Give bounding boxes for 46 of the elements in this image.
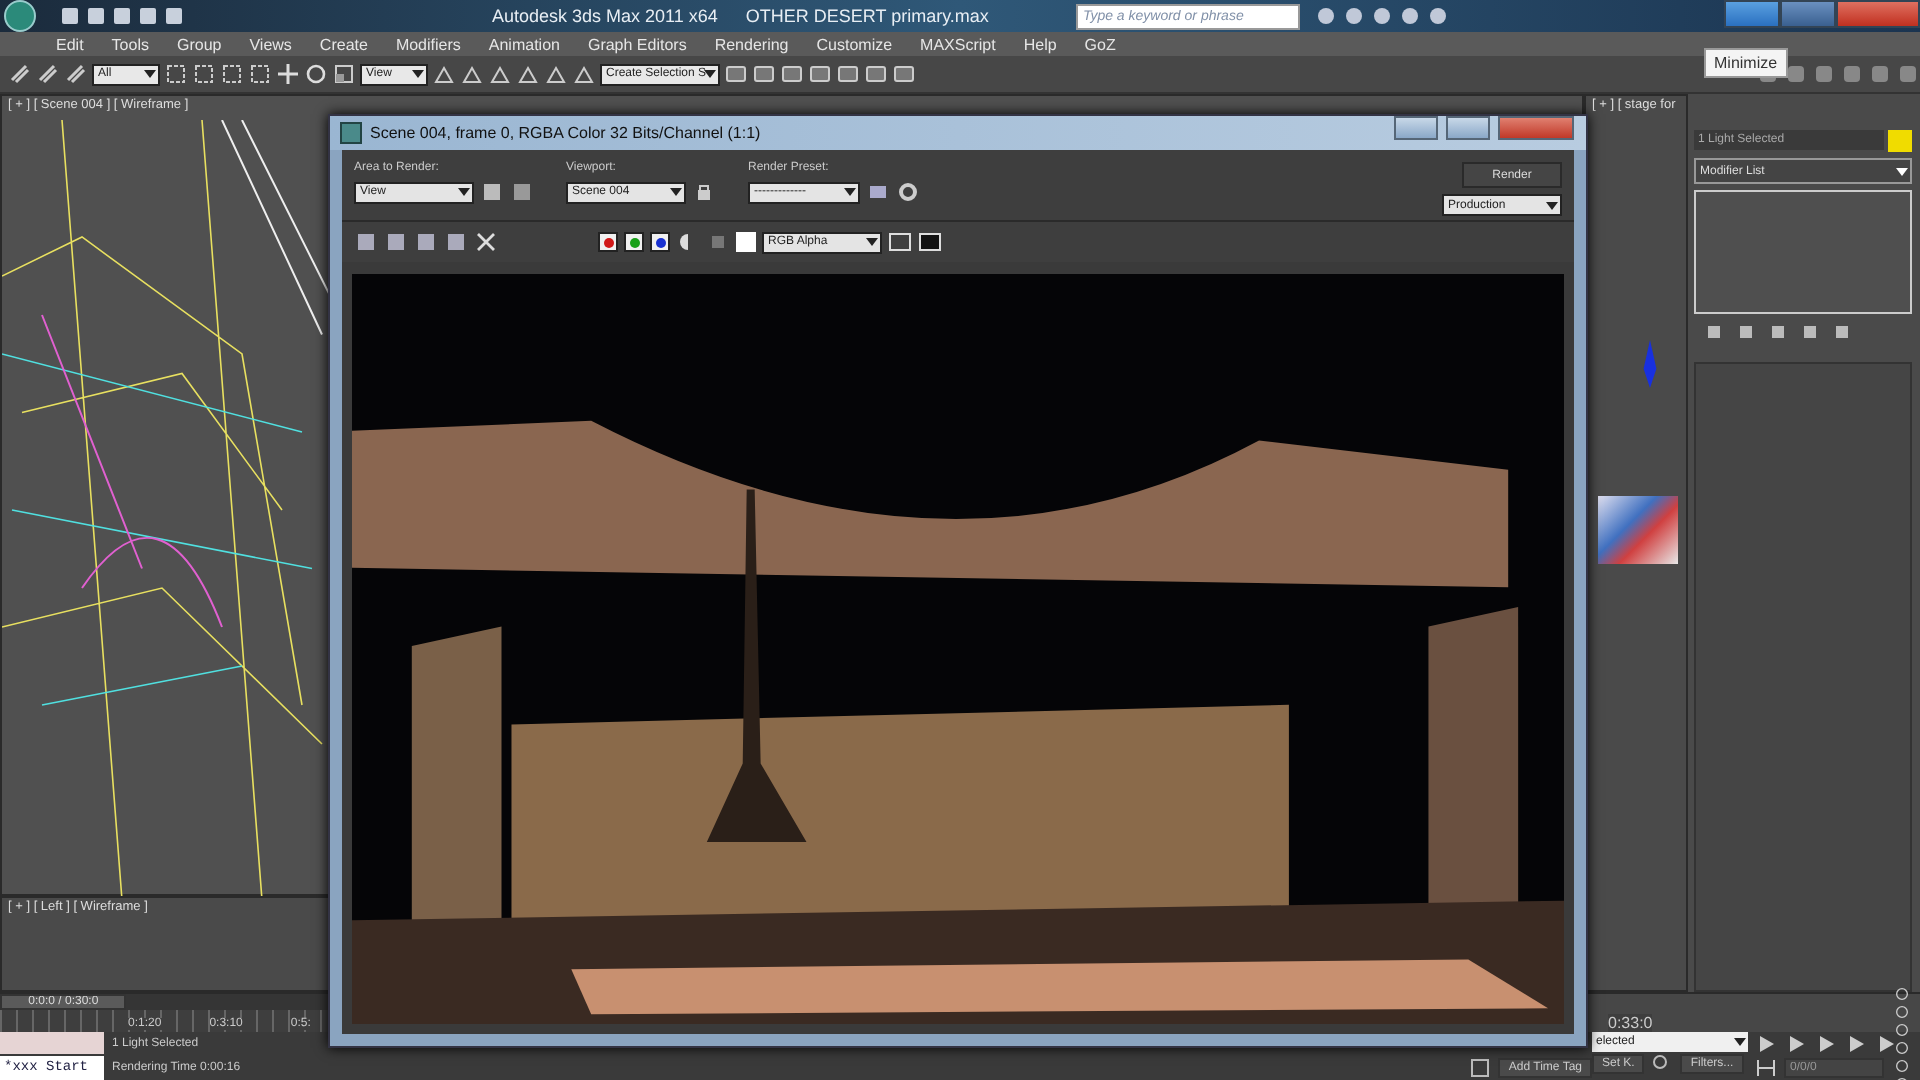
menu-item[interactable]: Graph Editors (587, 35, 687, 53)
tooltip: Minimize (1704, 48, 1788, 78)
menu-item[interactable]: Help (1023, 35, 1057, 53)
maximize-button[interactable] (1446, 116, 1490, 140)
menu-item[interactable]: GoZ (1084, 35, 1116, 53)
file-title: OTHER DESERT primary.max (745, 6, 989, 26)
menu-item[interactable]: Edit (56, 35, 84, 53)
channel-toggle[interactable] (598, 232, 618, 252)
app-title: Autodesk 3ds Max 2011 x64 (492, 6, 718, 26)
select-icon[interactable] (164, 62, 188, 86)
menu-item[interactable]: Group (176, 35, 222, 53)
light-gizmo-icon (1642, 336, 1658, 392)
display-toggle-icon[interactable] (918, 230, 942, 254)
channel-toggle[interactable] (624, 232, 644, 252)
settings-icon[interactable] (896, 180, 920, 204)
menu-item[interactable]: Views (249, 35, 292, 53)
menu-item[interactable]: Modifiers (395, 35, 461, 53)
menu-item[interactable]: Create (319, 35, 368, 53)
menu-item[interactable]: MAXScript (920, 35, 996, 53)
window-app-icon (340, 122, 362, 144)
command-tab-icon[interactable] (1784, 62, 1808, 86)
menu-item[interactable]: Tools (111, 35, 149, 53)
object-color-swatch[interactable] (1888, 130, 1912, 152)
minimize-button[interactable] (1724, 0, 1780, 28)
move-icon[interactable] (276, 62, 300, 86)
minimize-button[interactable] (1394, 116, 1438, 140)
color-swatch[interactable] (736, 232, 756, 252)
display-toggle-icon[interactable] (888, 230, 912, 254)
window-title: Scene 004, frame 0, RGBA Color 32 Bits/Channel (1:1) (370, 124, 761, 142)
modifier-stack[interactable] (1694, 190, 1912, 314)
time-tag-icon[interactable] (1468, 1056, 1493, 1080)
menu-item[interactable]: Customize (816, 35, 893, 53)
scale-icon[interactable] (332, 62, 356, 86)
clear-x-icon[interactable] (474, 230, 498, 254)
close-button[interactable] (1836, 0, 1920, 28)
app-logo-icon[interactable] (4, 0, 36, 32)
listener-field[interactable] (0, 1032, 104, 1054)
scene-thumbnail (1598, 496, 1678, 564)
channel-toggle[interactable] (650, 232, 670, 252)
menu-item[interactable]: Rendering (714, 35, 789, 53)
time-config-icon[interactable] (1754, 1056, 1778, 1080)
lock-icon[interactable] (692, 180, 716, 204)
time-tick-label: 0:33:0 (1608, 1014, 1653, 1032)
menu-item[interactable]: Animation (488, 35, 560, 53)
rotate-icon[interactable] (304, 62, 328, 86)
maximize-button[interactable] (1780, 0, 1836, 28)
